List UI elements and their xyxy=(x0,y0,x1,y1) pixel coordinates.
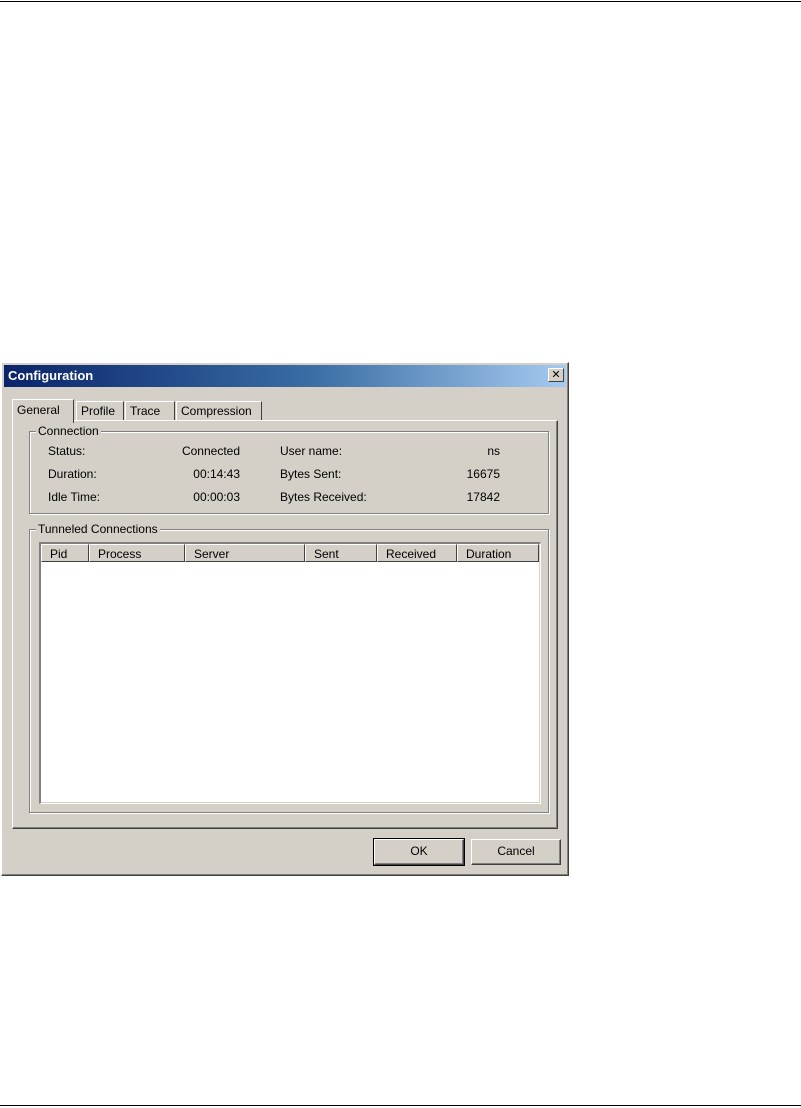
status-value: Connected xyxy=(181,444,240,458)
ok-button[interactable]: OK xyxy=(373,838,465,866)
close-icon[interactable]: ✕ xyxy=(548,368,564,382)
tunneled-connections-legend: Tunneled Connections xyxy=(36,522,160,536)
connection-group: Connection Status: Connected Duration: 0… xyxy=(29,424,549,514)
status-label: Status: xyxy=(48,444,86,458)
page-bottom-rule xyxy=(0,1105,801,1106)
bytes-sent-value: 16675 xyxy=(466,467,500,481)
page-top-rule xyxy=(0,1,801,2)
user-name-label: User name: xyxy=(280,444,343,458)
column-header-process[interactable]: Process xyxy=(89,544,185,562)
tab-general[interactable]: General xyxy=(12,399,74,423)
bytes-received-label: Bytes Received: xyxy=(280,490,367,504)
general-tab-panel: Connection Status: Connected Duration: 0… xyxy=(12,420,558,829)
bytes-sent-label: Bytes Sent: xyxy=(280,467,342,481)
duration-label: Duration: xyxy=(48,467,97,481)
column-header-sent[interactable]: Sent xyxy=(305,544,377,562)
column-header-pid[interactable]: Pid xyxy=(41,544,89,562)
tunneled-connections-list[interactable]: Pid Process Server Sent Received Duratio… xyxy=(39,542,541,804)
cancel-button[interactable]: Cancel xyxy=(471,839,561,865)
configuration-dialog: Configuration ✕ General Profile Trace Co… xyxy=(1,362,569,876)
column-header-received[interactable]: Received xyxy=(377,544,457,562)
tab-compression[interactable]: Compression xyxy=(176,401,262,421)
user-name-value: ns xyxy=(487,444,500,458)
duration-value: 00:14:43 xyxy=(193,467,240,481)
list-header: Pid Process Server Sent Received Duratio… xyxy=(41,544,539,562)
connection-legend: Connection xyxy=(36,424,101,438)
idle-time-label: Idle Time: xyxy=(48,490,101,504)
column-header-server[interactable]: Server xyxy=(185,544,305,562)
title-bar[interactable]: Configuration ✕ xyxy=(4,365,566,387)
column-header-duration[interactable]: Duration xyxy=(457,544,539,562)
tab-trace[interactable]: Trace xyxy=(125,401,175,421)
bytes-received-value: 17842 xyxy=(466,490,500,504)
tab-profile[interactable]: Profile xyxy=(76,401,124,421)
idle-time-value: 00:00:03 xyxy=(193,490,240,504)
tunneled-connections-group: Tunneled Connections Pid Process Server … xyxy=(29,522,549,813)
window-title: Configuration xyxy=(8,368,94,383)
